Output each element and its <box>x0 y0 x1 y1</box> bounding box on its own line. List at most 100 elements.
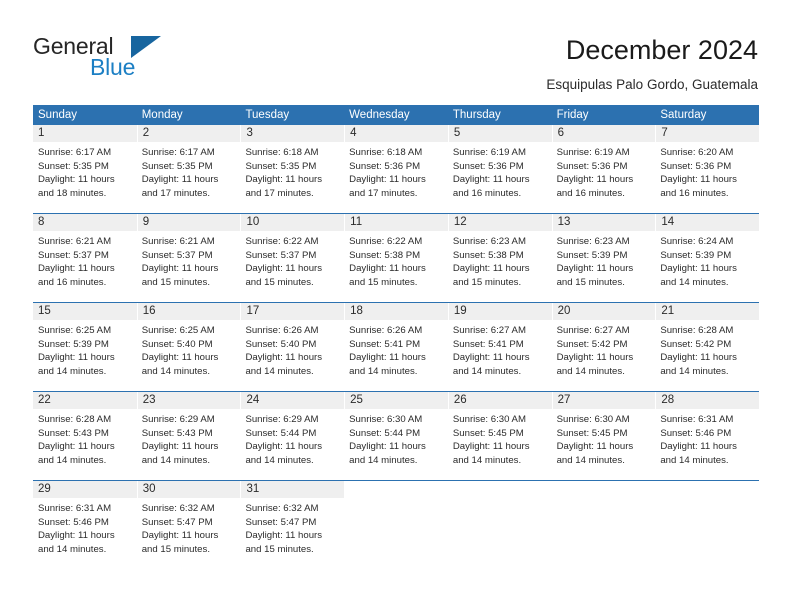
day-details: Sunrise: 6:23 AM Sunset: 5:38 PM Daylight:… <box>448 231 552 289</box>
calendar-day-cell[interactable]: 3 Sunrise: 6:18 AM Sunset: 5:35 PM Daylight… <box>240 125 345 213</box>
calendar-day-cell[interactable]: 10 Sunrise: 6:22 AM Sunset: 5:37 PM Dayligh… <box>240 214 345 302</box>
calendar-day-cell[interactable]: 4 Sunrise: 6:18 AM Sunset: 5:36 PM Daylight… <box>344 125 448 213</box>
calendar-grid: Sunday Monday Tuesday Wednesday Thursday Frid… <box>33 105 760 559</box>
day-number: 30 <box>136 481 241 498</box>
sunrise-text: Sunrise: 6:30 AM <box>349 414 423 425</box>
calendar-day-cell[interactable]: 2 Sunrise: 6:17 AM Sunset: 5:35 PM Daylight… <box>136 125 241 213</box>
daylight-text: Daylight: 11 hours and 14 minutes. <box>660 352 737 377</box>
day-of-week-friday: Friday <box>556 109 589 121</box>
day-number: 1 <box>33 125 137 142</box>
day-details: Sunrise: 6:28 AM Sunset: 5:42 PM Daylight:… <box>655 320 759 378</box>
calendar-day-cell[interactable]: 7 Sunrise: 6:20 AM Sunset: 5:36 PM Daylight… <box>655 125 760 213</box>
day-number: 14 <box>655 214 760 231</box>
sunset-text: Sunset: 5:45 PM <box>556 427 628 439</box>
sunrise-text: Sunrise: 6:30 AM <box>556 414 630 425</box>
sunset-text: Sunset: 5:35 PM <box>38 160 109 172</box>
sunrise-text: Sunrise: 6:28 AM <box>38 414 112 425</box>
calendar-day-cell[interactable]: 13 Sunrise: 6:23 AM Sunset: 5:39 PM Dayligh… <box>551 214 656 302</box>
calendar-day-cell[interactable]: 31 Sunrise: 6:32 AM Sunset: 5:47 PM Dayligh… <box>240 481 345 559</box>
day-number: 21 <box>655 303 760 320</box>
calendar-day-cell[interactable]: 29 Sunrise: 6:31 AM Sunset: 5:46 PM Dayligh… <box>33 481 137 559</box>
calendar-day-cell[interactable]: 22 Sunrise: 6:28 AM Sunset: 5:43 PM Dayligh… <box>33 392 137 480</box>
calendar-week-row: 15 Sunrise: 6:25 AM Sunset: 5:39 PM Dayligh… <box>33 302 760 391</box>
daylight-text: Daylight: 11 hours and 14 minutes. <box>38 352 115 377</box>
daylight-text: Daylight: 11 hours and 16 minutes. <box>452 174 530 199</box>
day-number <box>344 481 448 498</box>
sunrise-text: Sunrise: 6:23 AM <box>556 236 630 247</box>
sunset-text: Sunset: 5:39 PM <box>556 249 628 261</box>
calendar-week-row: 8 Sunrise: 6:21 AM Sunset: 5:37 PM Daylight… <box>33 213 760 302</box>
sunrise-text: Sunrise: 6:19 AM <box>452 147 526 158</box>
sunset-text: Sunset: 5:44 PM <box>245 427 317 439</box>
day-details: Sunrise: 6:21 AM Sunset: 5:37 PM Daylight:… <box>137 231 241 289</box>
sunrise-text: Sunrise: 6:21 AM <box>141 236 215 247</box>
logo-general-blue[interactable]: General Blue <box>33 33 163 81</box>
day-of-week-sunday: Sunday <box>38 109 78 121</box>
calendar-day-cell[interactable]: 5 Sunrise: 6:19 AM Sunset: 5:36 PM Daylight… <box>447 125 552 213</box>
sunset-text: Sunset: 5:45 PM <box>452 427 524 439</box>
calendar-day-cell[interactable]: 1 Sunrise: 6:17 AM Sunset: 5:35 PM Daylight… <box>33 125 137 213</box>
calendar-day-cell[interactable]: 15 Sunrise: 6:25 AM Sunset: 5:39 PM Dayligh… <box>33 303 137 391</box>
calendar-day-cell[interactable]: 16 Sunrise: 6:25 AM Sunset: 5:40 PM Dayligh… <box>136 303 241 391</box>
day-details: Sunrise: 6:27 AM Sunset: 5:41 PM Daylight:… <box>448 320 552 378</box>
daylight-text: Daylight: 11 hours and 15 minutes. <box>349 263 426 288</box>
daylight-text: Daylight: 11 hours and 17 minutes. <box>349 174 426 199</box>
calendar-day-cell[interactable]: 24 Sunrise: 6:29 AM Sunset: 5:44 PM Dayligh… <box>240 392 345 480</box>
calendar-day-cell[interactable]: 12 Sunrise: 6:23 AM Sunset: 5:38 PM Dayligh… <box>447 214 552 302</box>
sunrise-text: Sunrise: 6:21 AM <box>38 236 112 247</box>
calendar-day-cell[interactable]: 25 Sunrise: 6:30 AM Sunset: 5:44 PM Dayligh… <box>344 392 448 480</box>
daylight-text: Daylight: 11 hours and 16 minutes. <box>38 263 115 288</box>
calendar-day-cell[interactable]: 21 Sunrise: 6:28 AM Sunset: 5:42 PM Dayligh… <box>655 303 760 391</box>
calendar-day-cell[interactable]: 26 Sunrise: 6:30 AM Sunset: 5:45 PM Dayligh… <box>447 392 552 480</box>
day-details: Sunrise: 6:19 AM Sunset: 5:36 PM Daylight:… <box>448 142 552 200</box>
sunrise-text: Sunrise: 6:31 AM <box>660 414 734 425</box>
calendar-day-cell[interactable]: 6 Sunrise: 6:19 AM Sunset: 5:36 PM Daylight… <box>551 125 656 213</box>
calendar-day-cell[interactable]: 17 Sunrise: 6:26 AM Sunset: 5:40 PM Dayligh… <box>240 303 345 391</box>
sunrise-text: Sunrise: 6:24 AM <box>660 236 734 247</box>
day-details <box>655 498 759 502</box>
sunset-text: Sunset: 5:36 PM <box>556 160 628 172</box>
week-cells: 1 Sunrise: 6:17 AM Sunset: 5:35 PM Daylight… <box>33 125 760 213</box>
calendar-day-cell[interactable]: 9 Sunrise: 6:21 AM Sunset: 5:37 PM Daylight… <box>136 214 241 302</box>
day-of-week-wednesday: Wednesday <box>349 109 410 121</box>
calendar-day-cell[interactable]: 14 Sunrise: 6:24 AM Sunset: 5:39 PM Dayligh… <box>655 214 760 302</box>
day-number: 6 <box>551 125 656 142</box>
day-details: Sunrise: 6:25 AM Sunset: 5:40 PM Daylight:… <box>137 320 241 378</box>
daylight-text: Daylight: 11 hours and 16 minutes. <box>556 174 634 199</box>
calendar-day-cell[interactable]: 30 Sunrise: 6:32 AM Sunset: 5:47 PM Dayligh… <box>136 481 241 559</box>
day-number <box>448 481 552 498</box>
calendar-day-cell[interactable]: 27 Sunrise: 6:30 AM Sunset: 5:45 PM Dayligh… <box>551 392 656 480</box>
calendar-day-cell[interactable]: 23 Sunrise: 6:29 AM Sunset: 5:43 PM Dayligh… <box>136 392 241 480</box>
day-number: 22 <box>33 392 137 409</box>
calendar-day-cell[interactable]: 11 Sunrise: 6:22 AM Sunset: 5:38 PM Dayligh… <box>344 214 448 302</box>
day-of-week-header: Sunday Monday Tuesday Wednesday Thursday Frid… <box>33 105 759 125</box>
day-details: Sunrise: 6:22 AM Sunset: 5:38 PM Daylight:… <box>344 231 448 289</box>
day-number <box>655 481 759 498</box>
daylight-text: Daylight: 11 hours and 14 minutes. <box>349 441 426 466</box>
calendar-day-cell[interactable]: 19 Sunrise: 6:27 AM Sunset: 5:41 PM Dayligh… <box>447 303 552 391</box>
daylight-text: Daylight: 11 hours and 14 minutes. <box>452 352 530 377</box>
daylight-text: Daylight: 11 hours and 14 minutes. <box>245 352 323 377</box>
sunset-text: Sunset: 5:41 PM <box>452 338 524 350</box>
page-header: General Blue December 2024 Esquipulas Pa… <box>0 0 792 100</box>
calendar-day-cell[interactable]: 20 Sunrise: 6:27 AM Sunset: 5:42 PM Dayligh… <box>551 303 656 391</box>
calendar-day-cell[interactable]: 8 Sunrise: 6:21 AM Sunset: 5:37 PM Daylight… <box>33 214 137 302</box>
day-details: Sunrise: 6:18 AM Sunset: 5:35 PM Daylight:… <box>240 142 344 200</box>
sunset-text: Sunset: 5:42 PM <box>660 338 732 350</box>
sunset-text: Sunset: 5:43 PM <box>38 427 109 439</box>
calendar-day-cell[interactable]: 18 Sunrise: 6:26 AM Sunset: 5:41 PM Dayligh… <box>344 303 448 391</box>
calendar-week-row: 22 Sunrise: 6:28 AM Sunset: 5:43 PM Dayligh… <box>33 391 760 480</box>
logo-word-blue: Blue <box>90 54 136 80</box>
daylight-text: Daylight: 11 hours and 15 minutes. <box>556 263 634 288</box>
calendar-cell-empty <box>655 481 759 559</box>
calendar-cell-empty <box>552 481 656 559</box>
day-details: Sunrise: 6:29 AM Sunset: 5:44 PM Daylight:… <box>240 409 344 467</box>
sunset-text: Sunset: 5:37 PM <box>141 249 213 261</box>
calendar-day-cell[interactable]: 28 Sunrise: 6:31 AM Sunset: 5:46 PM Dayligh… <box>655 392 760 480</box>
sunrise-text: Sunrise: 6:31 AM <box>38 503 112 514</box>
week-cells: 15 Sunrise: 6:25 AM Sunset: 5:39 PM Dayligh… <box>33 303 760 391</box>
sunrise-text: Sunrise: 6:29 AM <box>141 414 215 425</box>
day-of-week-tuesday: Tuesday <box>245 109 290 121</box>
day-details: Sunrise: 6:31 AM Sunset: 5:46 PM Daylight:… <box>655 409 759 467</box>
daylight-text: Daylight: 11 hours and 15 minutes. <box>141 530 219 555</box>
